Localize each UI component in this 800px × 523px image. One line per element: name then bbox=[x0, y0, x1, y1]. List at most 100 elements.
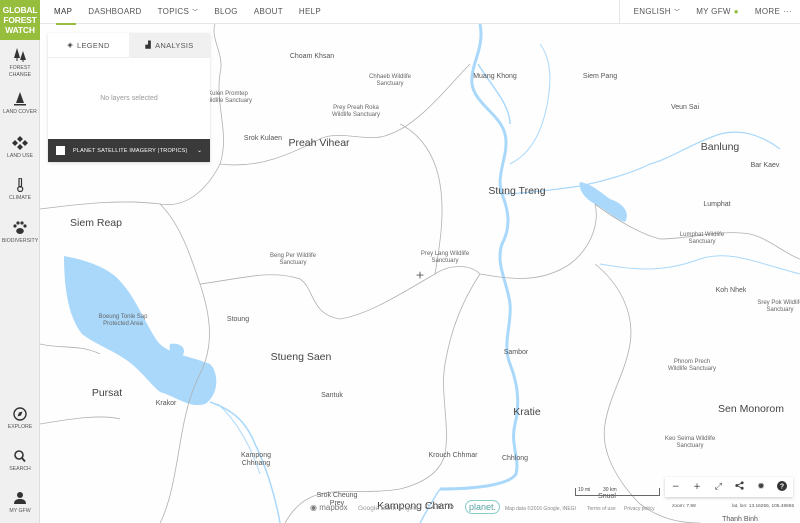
paw-icon bbox=[13, 221, 27, 234]
planet-imagery-checkbox[interactable] bbox=[56, 146, 65, 155]
fullscreen-button[interactable]: ⤢ bbox=[710, 482, 726, 492]
sidebar-item-explore[interactable]: EXPLORE bbox=[0, 407, 40, 431]
map-label: Kampong Chhnang bbox=[241, 451, 271, 467]
more-label: MORE bbox=[754, 7, 781, 16]
map-controls: − + ⤢ ✹ ? bbox=[665, 477, 793, 497]
gfw-logo[interactable]: GLOBAL FOREST WATCH bbox=[0, 0, 40, 40]
planet-logo[interactable]: planet. bbox=[465, 500, 501, 514]
chevron-down-icon: ﹀ bbox=[192, 10, 199, 16]
diamonds-icon bbox=[12, 136, 28, 150]
nav-blog[interactable]: BLOG bbox=[206, 0, 245, 24]
map-label: Koh Nhek bbox=[715, 286, 747, 294]
nav-my-gfw[interactable]: MY GFW ● bbox=[688, 0, 747, 24]
chevron-down-icon: ﹀ bbox=[673, 10, 681, 16]
google-earth-engine-logo[interactable]: Google Earth Engine bbox=[358, 505, 418, 512]
nav-help[interactable]: HELP bbox=[291, 0, 329, 24]
nav-more[interactable]: MORE ··· bbox=[747, 0, 800, 24]
language-selector[interactable]: ENGLISH ﹀ bbox=[626, 0, 689, 24]
nav-blog-label: BLOG bbox=[214, 7, 238, 16]
app: Choam Khsan Chhaeb Wildlife Sanctuary Mu… bbox=[0, 0, 800, 523]
sidebar-item-label: SEARCH bbox=[9, 466, 31, 472]
zoom-in-button[interactable]: + bbox=[689, 482, 705, 492]
map-label: Lumphat Wildlife Sanctuary bbox=[679, 232, 725, 245]
help-icon: ? bbox=[777, 480, 788, 491]
nav-map[interactable]: MAP bbox=[46, 0, 80, 25]
map-label: Chhlong bbox=[501, 454, 529, 462]
sidebar-item-land-cover[interactable]: LAND COVER bbox=[0, 92, 40, 116]
planet-imagery-label: PLANET SATELLITE IMAGERY (TROPICS) bbox=[73, 147, 188, 154]
user-icon bbox=[14, 492, 26, 504]
map-label: Siem Reap bbox=[70, 216, 122, 229]
map-label: Kulen Promtep Wildlife Sanctuary bbox=[203, 91, 253, 104]
zoom-out-button[interactable]: − bbox=[668, 482, 684, 492]
language-label: ENGLISH bbox=[633, 7, 671, 16]
map-label: Thanh Binh bbox=[722, 515, 758, 523]
planet-imagery-toggle[interactable]: PLANET SATELLITE IMAGERY (TROPICS) ⌄ bbox=[48, 139, 210, 162]
trees-icon bbox=[14, 48, 26, 62]
settings-button[interactable]: ✹ bbox=[753, 482, 769, 492]
nav-topics[interactable]: TOPICS ﹀ bbox=[150, 0, 207, 24]
sidebar-item-my-gfw[interactable]: MY GFW bbox=[0, 491, 40, 515]
map-label: Lumphat bbox=[703, 200, 731, 208]
tree-icon bbox=[14, 92, 26, 106]
sidebar-item-biodiversity[interactable]: BIODIVERSITY bbox=[0, 221, 40, 245]
map-label: Kratie bbox=[513, 405, 541, 418]
sidebar-item-label: BIODIVERSITY bbox=[1, 238, 39, 244]
thermometer-icon bbox=[17, 178, 24, 192]
nav-about[interactable]: ABOUT bbox=[246, 0, 291, 24]
nav-map-label: MAP bbox=[54, 7, 73, 16]
legend-tabs: ◈ LEGEND ▟ ANALYSIS bbox=[48, 33, 210, 57]
map-label: Krouch Chhmar bbox=[428, 451, 478, 459]
nav-dashboard[interactable]: DASHBOARD bbox=[80, 0, 149, 24]
map-label: Preah Vihear bbox=[288, 136, 350, 149]
map-label: Siem Pang bbox=[582, 72, 618, 80]
logo-line: WATCH bbox=[5, 25, 35, 35]
nav-about-label: ABOUT bbox=[253, 7, 283, 16]
map-label: Srey Pok Wildlife Sanctuary bbox=[757, 300, 800, 313]
privacy-link[interactable]: Privacy policy bbox=[624, 506, 655, 512]
help-button[interactable]: ? bbox=[774, 480, 790, 494]
mapbox-icon: ◉ bbox=[310, 503, 317, 512]
sidebar-item-label: MY GFW bbox=[9, 508, 31, 514]
sidebar-item-land-use[interactable]: LAND USE bbox=[0, 136, 40, 160]
carto-logo[interactable]: CARTO bbox=[425, 505, 456, 511]
map-label: Prey Lang Wildlife Sanctuary bbox=[420, 251, 470, 264]
sidebar-item-forest-change[interactable]: FOREST CHANGE bbox=[0, 48, 40, 79]
mapbox-text: mapbox bbox=[319, 503, 348, 512]
map-label: Srok Kulaen bbox=[243, 134, 283, 142]
map-label: Stung Treng bbox=[488, 184, 546, 197]
mapbox-logo[interactable]: ◉ mapbox bbox=[310, 503, 348, 512]
share-button[interactable] bbox=[732, 481, 748, 493]
map-label: Sen Monorom bbox=[718, 402, 784, 415]
sidebar-item-climate[interactable]: CLIMATE bbox=[0, 178, 40, 202]
empty-layers-message: No layers selected bbox=[48, 57, 210, 139]
ellipsis-icon: ··· bbox=[783, 7, 792, 16]
sidebar-item-search[interactable]: SEARCH bbox=[0, 449, 40, 473]
tab-analysis[interactable]: ▟ ANALYSIS bbox=[129, 33, 210, 57]
tab-legend-label: LEGEND bbox=[77, 40, 110, 50]
gear-icon: ✹ bbox=[757, 482, 765, 492]
map-label: Sambor bbox=[503, 348, 529, 356]
nav-topics-label: TOPICS bbox=[157, 7, 190, 16]
scale-km-label: 30 km bbox=[603, 487, 617, 493]
terms-link[interactable]: Terms of use bbox=[587, 506, 616, 512]
sidebar-item-label: CLIMATE bbox=[8, 195, 32, 201]
map-label: Keo Seima Wildlife Sanctuary bbox=[664, 436, 716, 449]
layers-icon: ◈ bbox=[67, 42, 74, 49]
compass-icon bbox=[13, 407, 27, 421]
bar-chart-icon: ▟ bbox=[145, 42, 152, 49]
map-data-attribution: Map data ©2016 Google, INEGI bbox=[505, 506, 576, 512]
nav-help-label: HELP bbox=[298, 7, 321, 16]
legend-panel: ◈ LEGEND ▟ ANALYSIS No layers selected P… bbox=[48, 33, 210, 162]
search-icon bbox=[14, 450, 26, 463]
share-icon bbox=[735, 481, 744, 490]
sidebar-item-label: FOREST CHANGE bbox=[8, 65, 32, 78]
tab-analysis-label: ANALYSIS bbox=[155, 40, 194, 50]
logo-line: FOREST bbox=[3, 15, 37, 25]
map-label: Boeung Tonle Sap Protected Area bbox=[98, 314, 148, 327]
map-label: Banlung bbox=[700, 140, 740, 153]
tab-legend[interactable]: ◈ LEGEND bbox=[48, 33, 129, 57]
map-label: Phnom Prech Wildlife Sanctuary bbox=[667, 359, 717, 372]
svg-text:?: ? bbox=[780, 483, 784, 490]
chevron-down-icon[interactable]: ⌄ bbox=[197, 147, 202, 154]
